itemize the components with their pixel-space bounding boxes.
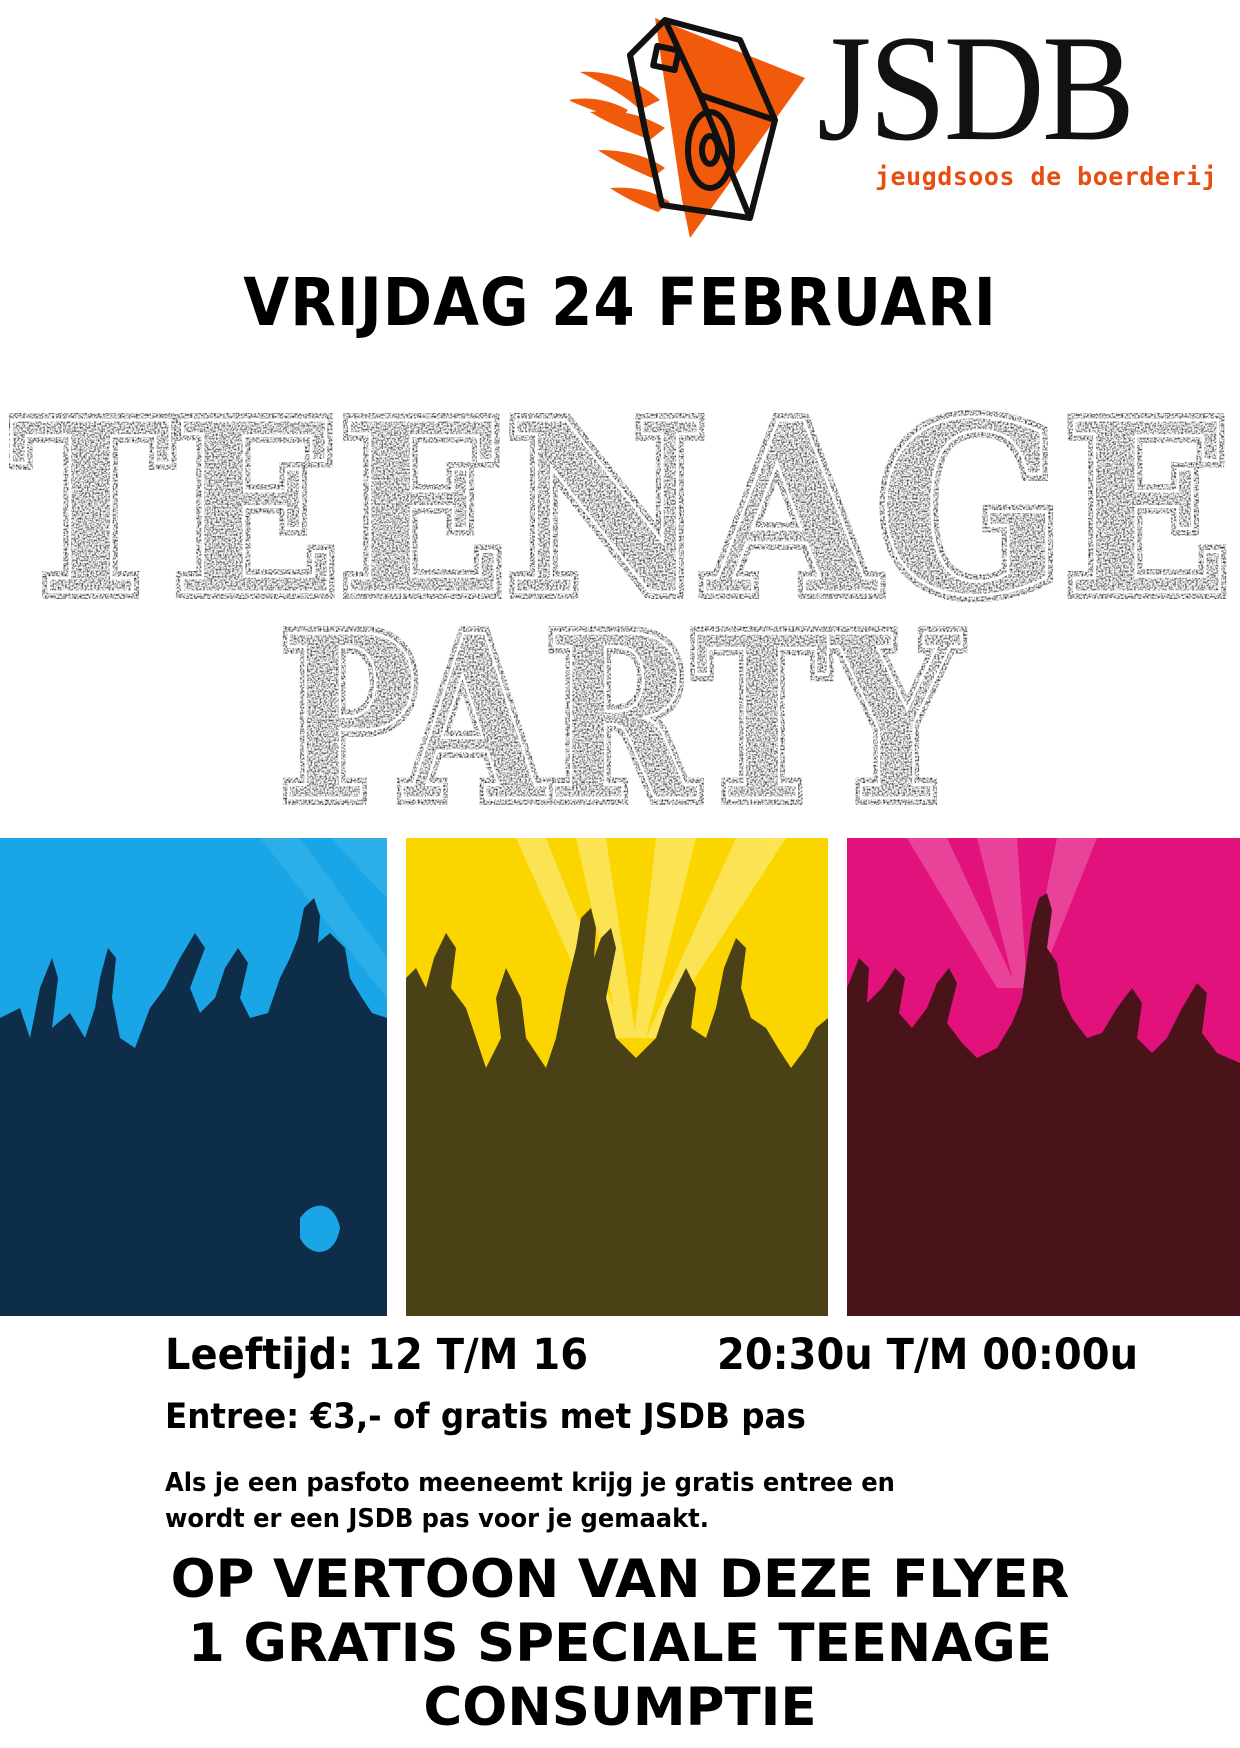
age-range: Leeftijd: 12 T/M 16 xyxy=(165,1330,589,1380)
title-line-party-outline: PARTY xyxy=(280,587,962,820)
promo-line-3: CONSUMPTIE xyxy=(423,1677,817,1738)
panel-blue-crowd xyxy=(0,838,387,1316)
entry-price: Entree: €3,- of gratis met JSDB pas xyxy=(165,1397,806,1437)
jsdb-logo: JSDB jeugdsoos de boerderij xyxy=(570,0,1217,250)
pass-note-line-2: wordt er een JSDB pas voor je gemaakt. xyxy=(165,1504,709,1534)
panel-yellow-crowd xyxy=(406,838,828,1316)
logo-wordmark: JSDB xyxy=(817,4,1135,172)
event-time: 20:30u T/M 00:00u xyxy=(717,1330,1139,1380)
farmhouse-speaker-icon xyxy=(570,17,805,238)
logo-tagline: jeugdsoos de boerderij xyxy=(875,162,1218,191)
pass-note-line-1: Als je een pasfoto meeneemt krijg je gra… xyxy=(165,1468,895,1498)
panel-pink-crowd xyxy=(847,838,1240,1316)
flyer-promo: OP VERTOON VAN DEZE FLYER 1 GRATIS SPECI… xyxy=(0,1548,1240,1740)
event-title: TEENAGE PARTY TEENAGE PARTY xyxy=(2,380,1238,820)
pass-note: Als je een pasfoto meeneemt krijg je gra… xyxy=(165,1465,895,1537)
promo-line-1: OP VERTOON VAN DEZE FLYER xyxy=(170,1549,1070,1610)
promo-line-2: 1 GRATIS SPECIALE TEENAGE xyxy=(188,1613,1052,1674)
crowd-panels xyxy=(0,838,1240,1316)
event-date: VRIJDAG 24 FEBRUARI xyxy=(243,264,997,341)
